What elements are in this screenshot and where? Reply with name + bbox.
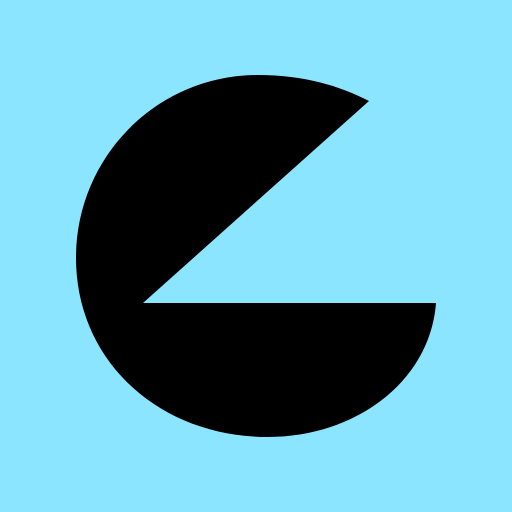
c-shaped-logo-icon xyxy=(76,75,436,437)
app-icon-canvas xyxy=(0,0,512,512)
logo-shape xyxy=(76,75,436,437)
